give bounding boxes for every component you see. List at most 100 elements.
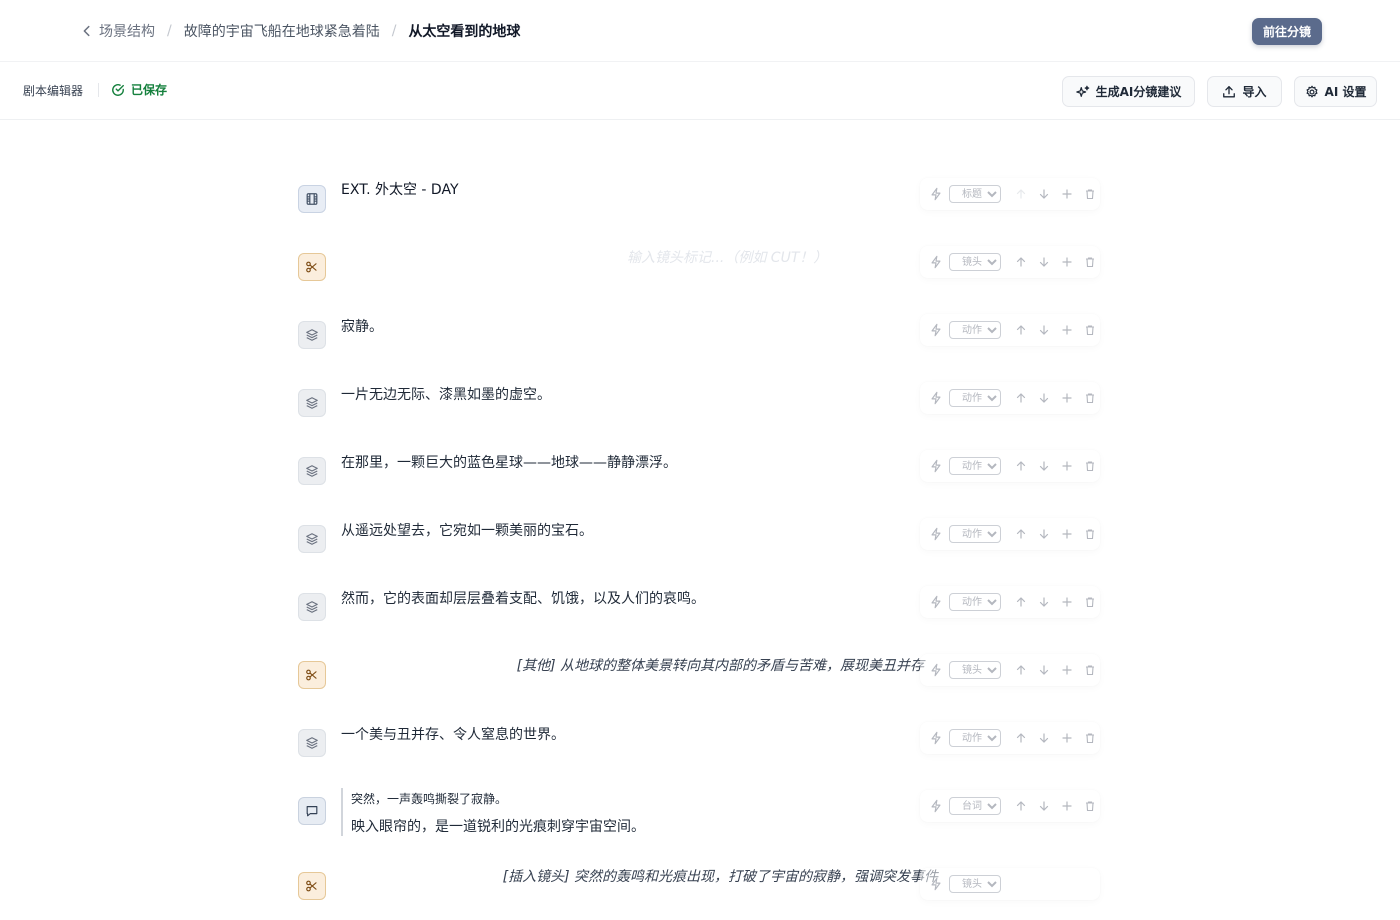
row-text[interactable]: 在那里，一颗巨大的蓝色星球——地球——静静漂浮。 [341,452,677,472]
lightning-icon[interactable] [929,187,943,201]
arrow-up-icon[interactable] [1015,392,1027,404]
editor-title: 剧本编辑器 [23,84,84,98]
dialog-line[interactable]: 映入眼帘的，是一道锐利的光痕刺穿宇宙空间。 [351,816,645,836]
row-type-select[interactable]: 动作 [949,593,1001,611]
lightning-icon[interactable] [929,323,943,337]
trash-icon[interactable] [1084,800,1096,812]
arrow-down-icon[interactable] [1038,596,1050,608]
row-type-select[interactable]: 动作 [949,457,1001,475]
plus-icon[interactable] [1061,460,1073,472]
dialog-block[interactable]: 突然，一声轰鸣撕裂了寂静。 映入眼帘的，是一道锐利的光痕刺穿宇宙空间。 [341,788,645,836]
arrow-down-icon[interactable] [1038,324,1050,336]
dialog-line[interactable]: 突然，一声轰鸣撕裂了寂静。 [351,790,645,807]
arrow-down-icon[interactable] [1038,732,1050,744]
script-row-cut: [其他] 从地球的整体美景转向其内部的矛盾与苦难，展现美丑并存 镜头 [0,646,1400,706]
plus-icon[interactable] [1061,324,1073,336]
row-controls: 台词 [920,790,1100,822]
breadcrumb: 场景结构 / 故障的宇宙飞船在地球紧急着陆 / 从太空看到的地球 [80,21,520,41]
scissors-icon [298,661,326,689]
lightning-icon[interactable] [929,255,943,269]
arrow-up-icon[interactable] [1015,596,1027,608]
arrow-up-icon[interactable] [1015,188,1027,200]
lightning-icon[interactable] [929,877,943,891]
trash-icon[interactable] [1084,528,1096,540]
row-controls: 动作 [920,382,1100,414]
plus-icon[interactable] [1061,596,1073,608]
row-type-select[interactable]: 动作 [949,525,1001,543]
trash-icon[interactable] [1084,188,1096,200]
row-text[interactable]: 一个美与丑并存、令人窒息的世界。 [341,724,565,744]
arrow-up-icon[interactable] [1015,460,1027,472]
cut-note[interactable]: [其他] 从地球的整体美景转向其内部的矛盾与苦难，展现美丑并存 [517,655,924,675]
plus-icon[interactable] [1061,800,1073,812]
arrow-down-icon[interactable] [1038,460,1050,472]
row-controls: 镜头 [920,246,1100,278]
script-editor: EXT. 外太空 - DAY 标题 输入镜头标记...（例如 CUT！） 镜头 [0,120,1400,900]
lightning-icon[interactable] [929,731,943,745]
arrow-up-icon[interactable] [1015,664,1027,676]
row-text[interactable]: 寂静。 [341,316,383,336]
breadcrumb-back-link[interactable]: 场景结构 [80,21,155,41]
plus-icon[interactable] [1061,392,1073,404]
arrow-up-icon[interactable] [1015,256,1027,268]
arrow-down-icon[interactable] [1038,800,1050,812]
cut-note[interactable]: [插入镜头] 突然的轰鸣和光痕出现，打破了宇宙的寂静，强调突发事件 [503,866,938,886]
go-to-storyboard-button[interactable]: 前往分镜 [1252,18,1322,45]
breadcrumb-parent-link[interactable]: 故障的宇宙飞船在地球紧急着陆 [184,21,380,41]
arrow-up-icon[interactable] [1015,528,1027,540]
lightning-icon[interactable] [929,527,943,541]
row-type-select[interactable]: 标题 [949,185,1001,203]
arrow-down-icon[interactable] [1038,256,1050,268]
row-type-select[interactable]: 台词 [949,797,1001,815]
layers-icon [298,389,326,417]
layers-icon [298,321,326,349]
arrow-down-icon[interactable] [1038,528,1050,540]
row-text[interactable]: 一片无边无际、漆黑如墨的虚空。 [341,384,551,404]
row-type-select[interactable]: 动作 [949,729,1001,747]
arrow-up-icon[interactable] [1015,800,1027,812]
import-button[interactable]: 导入 [1207,76,1282,107]
trash-icon[interactable] [1084,460,1096,472]
saved-label: 已保存 [131,83,168,97]
ai-settings-button[interactable]: AI 设置 [1294,76,1377,107]
trash-icon[interactable] [1084,256,1096,268]
film-icon [298,185,326,213]
arrow-up-icon[interactable] [1015,324,1027,336]
lightning-icon[interactable] [929,459,943,473]
row-type-select[interactable]: 动作 [949,321,1001,339]
row-controls: 镜头 [920,868,1100,900]
trash-icon[interactable] [1084,324,1096,336]
lightning-icon[interactable] [929,799,943,813]
breadcrumb-separator: / [391,23,397,39]
row-type-select[interactable]: 镜头 [949,661,1001,679]
trash-icon[interactable] [1084,664,1096,676]
script-row-dialog: 突然，一声轰鸣撕裂了寂静。 映入眼帘的，是一道锐利的光痕刺穿宇宙空间。 台词 [0,782,1400,848]
trash-icon[interactable] [1084,392,1096,404]
row-controls: 标题 [920,178,1100,210]
arrow-up-icon[interactable] [1015,732,1027,744]
row-text[interactable]: EXT. 外太空 - DAY [341,179,459,199]
arrow-down-icon[interactable] [1038,188,1050,200]
generate-ai-storyboard-button[interactable]: 生成AI分镜建议 [1062,76,1195,107]
row-type-select[interactable]: 动作 [949,389,1001,407]
plus-icon[interactable] [1061,528,1073,540]
lightning-icon[interactable] [929,391,943,405]
trash-icon[interactable] [1084,596,1096,608]
trash-icon[interactable] [1084,732,1096,744]
breadcrumb-current: 从太空看到的地球 [408,24,521,40]
row-text[interactable]: 然而，它的表面却层层叠着支配、饥饿，以及人们的哀鸣。 [341,588,705,608]
arrow-down-icon[interactable] [1038,664,1050,676]
arrow-down-icon[interactable] [1038,392,1050,404]
row-text[interactable]: 从遥远处望去，它宛如一颗美丽的宝石。 [341,520,593,540]
row-type-select[interactable]: 镜头 [949,253,1001,271]
layers-icon [298,457,326,485]
plus-icon[interactable] [1061,732,1073,744]
script-row-action: 在那里，一颗巨大的蓝色星球——地球——静静漂浮。 动作 [0,442,1400,502]
row-type-select[interactable]: 镜头 [949,875,1001,893]
plus-icon[interactable] [1061,188,1073,200]
plus-icon[interactable] [1061,664,1073,676]
lightning-icon[interactable] [929,595,943,609]
lightning-icon[interactable] [929,663,943,677]
plus-icon[interactable] [1061,256,1073,268]
cut-placeholder[interactable]: 输入镜头标记...（例如 CUT！） [627,247,827,267]
